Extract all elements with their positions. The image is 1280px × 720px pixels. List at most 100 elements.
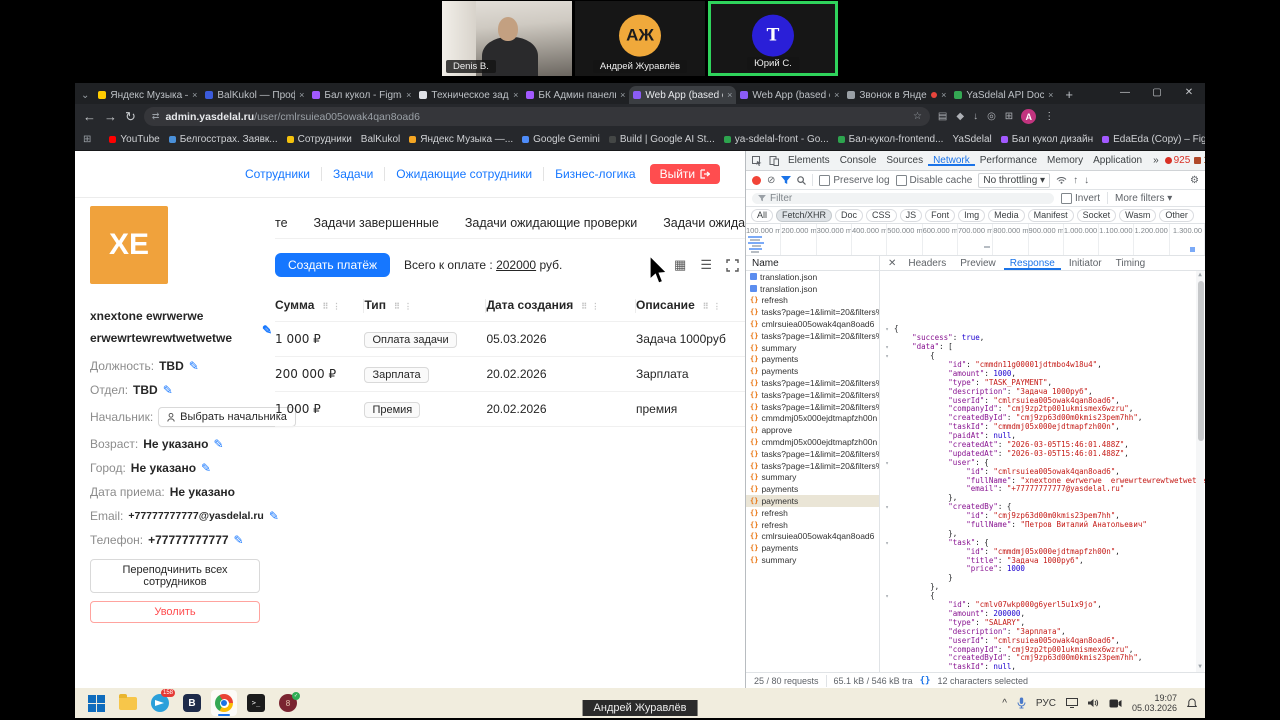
display-icon[interactable] bbox=[1065, 698, 1078, 708]
filter-chip[interactable]: CSS bbox=[866, 208, 897, 222]
request-row[interactable]: {} cmlrsuiea005owak4qan8oad6 bbox=[746, 318, 879, 330]
participant-tile[interactable]: Denis B. bbox=[442, 1, 572, 76]
apps-grid-icon[interactable]: ⊞ bbox=[83, 134, 91, 145]
network-settings-icon[interactable]: ⚙ bbox=[1190, 175, 1199, 186]
edit-field-icon[interactable]: ✎ bbox=[163, 383, 173, 397]
request-row[interactable]: {} payments bbox=[746, 495, 879, 507]
record-network-icon[interactable] bbox=[752, 175, 761, 185]
clock[interactable]: 19:07 05.03.2026 bbox=[1132, 693, 1177, 713]
extension-icon[interactable]: ◆ bbox=[956, 111, 964, 122]
network-overview-timeline[interactable]: 100.000 ms 200.000 ms 300.000 ms 400.000 ms… bbox=[746, 224, 1206, 256]
filter-chip[interactable]: Socket bbox=[1076, 208, 1117, 222]
request-row[interactable]: {} summary bbox=[746, 472, 879, 484]
search-icon[interactable] bbox=[797, 175, 807, 185]
devtools-tab-sources[interactable]: Sources bbox=[881, 155, 928, 166]
table-column-header[interactable]: Дата создания ⠿ ⋮ bbox=[486, 289, 636, 322]
terminal-button[interactable]: >_ bbox=[243, 690, 269, 716]
grid-view-icon[interactable]: ▦ bbox=[674, 257, 686, 273]
request-row[interactable]: {} payments bbox=[746, 542, 879, 554]
request-row[interactable]: {} cmmdmj05x000ejdtmapfzh00n bbox=[746, 436, 879, 448]
request-row[interactable]: {}tasks?page=1&limit=20&filters%5... bbox=[746, 401, 879, 413]
download-icon[interactable]: ↓ bbox=[973, 111, 978, 122]
requests-count[interactable]: 25 / 80 requests bbox=[754, 676, 819, 686]
back-button[interactable]: ← bbox=[83, 109, 96, 124]
request-row[interactable]: {} payments bbox=[746, 483, 879, 495]
table-row[interactable]: 200 000 ₽ Зарплата 20.02.2026 Зарплата bbox=[275, 356, 745, 392]
bookmark-item[interactable]: ya-sdelal-front - Go... bbox=[723, 134, 829, 145]
participant-tile[interactable]: АЖ Андрей Журавлёв bbox=[575, 1, 705, 76]
browser-tab[interactable]: Техническое задани × bbox=[415, 86, 522, 104]
response-scrollbar-thumb[interactable] bbox=[1198, 281, 1204, 441]
edit-field-icon[interactable]: ✎ bbox=[201, 461, 211, 475]
devtools-tab-elements[interactable]: Elements bbox=[783, 155, 835, 166]
filter-chip[interactable]: Other bbox=[1159, 208, 1194, 222]
browser-tab[interactable]: BalKukol — Профиль× bbox=[201, 86, 308, 104]
bookmark-item[interactable]: Бал-кукол-frontend... bbox=[837, 134, 943, 145]
reload-button[interactable]: ↻ bbox=[125, 109, 136, 125]
nav-link[interactable]: Задачи bbox=[333, 167, 373, 181]
bookmark-item[interactable]: Яндекс Музыка —... bbox=[409, 134, 513, 145]
browser-tab[interactable]: БК Админ панель (п × bbox=[522, 86, 629, 104]
reassign-all-button[interactable]: Переподчинить всех сотрудников bbox=[90, 559, 260, 593]
devtools-tab-application[interactable]: Application bbox=[1088, 155, 1147, 166]
export-har-icon[interactable]: ↓ bbox=[1084, 175, 1089, 186]
tab-close-icon[interactable]: × bbox=[834, 90, 839, 100]
file-explorer-button[interactable] bbox=[115, 690, 141, 716]
recorder-app-button[interactable]: 8 ✓ bbox=[275, 690, 301, 716]
extensions-puzzle-icon[interactable]: ⊞ bbox=[1005, 111, 1013, 122]
nav-link[interactable]: Сотрудники bbox=[245, 167, 310, 181]
request-row[interactable]: {} payments bbox=[746, 365, 879, 377]
new-tab-button[interactable]: + bbox=[1057, 87, 1081, 104]
table-row[interactable]: 1 000 ₽ Премия 20.02.2026 премия bbox=[275, 391, 745, 427]
network-conditions-icon[interactable] bbox=[1056, 176, 1067, 184]
tab-close-icon[interactable]: × bbox=[299, 90, 304, 100]
request-row[interactable]: {} cmmdmj05x000ejdtmapfzh00n bbox=[746, 413, 879, 425]
browser-tab[interactable]: Звонок в Яндекс × bbox=[843, 86, 950, 104]
column-drag-handle-icon[interactable]: ⠿ ⋮ bbox=[581, 302, 600, 311]
logout-button[interactable]: Выйти bbox=[649, 164, 721, 184]
devtools-more-tabs-icon[interactable]: » bbox=[1148, 152, 1164, 170]
tab-close-icon[interactable]: × bbox=[620, 90, 625, 100]
format-json-icon[interactable]: {} bbox=[920, 676, 931, 686]
request-row[interactable]: {} refresh bbox=[746, 507, 879, 519]
table-row[interactable]: 1 000 ₽ Оплата задачи 05.03.2026 Задача 100… bbox=[275, 321, 745, 357]
bookmark-item[interactable]: Сотрудники bbox=[286, 134, 352, 145]
response-tab-response[interactable]: Response bbox=[1004, 257, 1061, 270]
site-settings-icon[interactable]: ⇄ bbox=[152, 111, 160, 122]
create-payment-button[interactable]: Создать платёж bbox=[275, 253, 391, 277]
import-har-icon[interactable]: ↑ bbox=[1073, 175, 1078, 186]
participant-tile[interactable]: T Юрий С. bbox=[708, 1, 838, 76]
invert-checkbox[interactable]: Invert bbox=[1061, 192, 1100, 204]
clear-network-icon[interactable]: ⊘ bbox=[767, 175, 775, 186]
subtab[interactable]: Задачи завершенные bbox=[314, 216, 439, 230]
devtools-tab-memory[interactable]: Memory bbox=[1042, 155, 1088, 166]
tab-search-chevron-icon[interactable]: ⌄ bbox=[79, 90, 94, 104]
tab-close-icon[interactable]: × bbox=[727, 90, 732, 100]
chrome-button[interactable] bbox=[211, 690, 237, 716]
filter-chip[interactable]: Wasm bbox=[1119, 208, 1157, 222]
scroll-down-icon[interactable]: ▼ bbox=[1196, 663, 1204, 672]
edit-name-icon[interactable]: ✎ bbox=[262, 319, 272, 341]
tab-close-icon[interactable]: × bbox=[1048, 90, 1053, 100]
notifications-bell-icon[interactable] bbox=[1187, 697, 1197, 709]
nav-link[interactable]: Ожидающие сотрудники bbox=[396, 167, 532, 181]
throttling-select[interactable]: No throttling ▾ bbox=[978, 172, 1051, 188]
browser-menu-icon[interactable]: ⋮ bbox=[1044, 111, 1055, 122]
camera-icon[interactable] bbox=[1109, 699, 1122, 708]
filter-chip[interactable]: Doc bbox=[835, 208, 864, 222]
response-tab-timing[interactable]: Timing bbox=[1110, 257, 1152, 270]
address-bar[interactable]: ⇄ admin.yasdelal.ru/user/cmlrsuiea005owa… bbox=[143, 107, 930, 126]
close-detail-icon[interactable]: ✕ bbox=[884, 258, 900, 269]
subtab[interactable]: Задачи ожидающие проверки bbox=[465, 216, 637, 230]
request-row[interactable]: {}tasks?page=1&limit=20&filters%5... bbox=[746, 330, 879, 342]
total-due-amount[interactable]: 202000 bbox=[496, 258, 536, 272]
nav-link[interactable]: Бизнес-логика bbox=[555, 167, 635, 181]
bookmark-item[interactable]: BalKukol bbox=[361, 134, 400, 145]
device-toolbar-icon[interactable] bbox=[766, 155, 782, 166]
column-drag-handle-icon[interactable]: ⠿ ⋮ bbox=[394, 302, 413, 311]
error-count-badge[interactable]: 925 bbox=[1164, 155, 1190, 166]
filter-chip[interactable]: JS bbox=[899, 208, 923, 222]
filter-chip[interactable]: All bbox=[751, 208, 774, 222]
response-tab-headers[interactable]: Headers bbox=[902, 257, 952, 270]
response-tab-preview[interactable]: Preview bbox=[954, 257, 1002, 270]
